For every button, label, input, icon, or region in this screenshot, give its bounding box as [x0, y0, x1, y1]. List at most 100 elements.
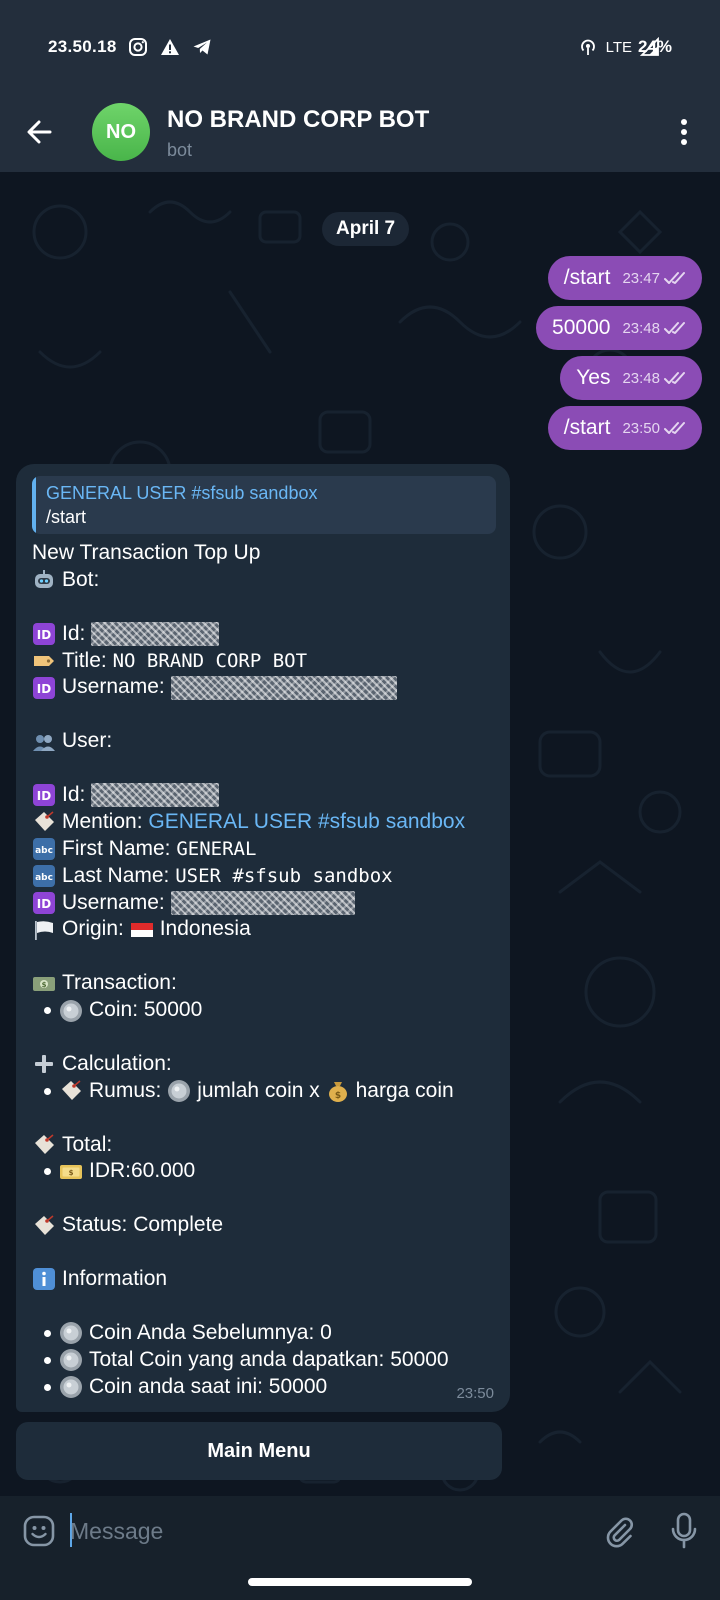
- rumus-part1: jumlah coin x: [197, 1078, 320, 1102]
- microphone-icon[interactable]: [668, 1512, 700, 1550]
- first-name-value: GENERAL: [176, 837, 257, 860]
- outgoing-message[interactable]: 50000 23:48: [536, 306, 702, 350]
- bot-section-line: Bot:: [32, 567, 496, 594]
- rumus-label: Rumus:: [89, 1078, 162, 1102]
- instagram-icon: [129, 38, 147, 56]
- outgoing-message[interactable]: Yes 23:48: [560, 356, 702, 400]
- status-bar: 23.50.18 LTE 24%: [0, 0, 720, 92]
- attach-icon[interactable]: [602, 1514, 636, 1548]
- message-input[interactable]: [70, 1510, 570, 1552]
- users-icon: [33, 734, 55, 751]
- total-label: Total:: [62, 1132, 113, 1156]
- rumus-line: Rumus: jumlah coin x $ harga coin: [32, 1078, 496, 1105]
- abc-icon: abc: [33, 865, 55, 888]
- main-menu-button[interactable]: Main Menu: [16, 1422, 502, 1480]
- svg-text:$: $: [42, 981, 47, 989]
- reply-quote[interactable]: GENERAL USER #sfsub sandbox /start: [32, 476, 496, 534]
- coin-icon: [60, 999, 82, 1022]
- user-section-label: User:: [62, 729, 113, 753]
- information-item: Coin anda saat ini: 50000: [32, 1374, 496, 1401]
- hotspot-icon: [580, 39, 595, 55]
- user-section-line: User:: [32, 728, 496, 755]
- message-text: /start: [563, 266, 611, 289]
- first-name-line: abc First Name: GENERAL: [32, 836, 496, 863]
- home-gesture-bar[interactable]: [248, 1578, 472, 1586]
- calculation-label: Calculation:: [62, 1051, 172, 1075]
- incoming-message[interactable]: GENERAL USER #sfsub sandbox /start New T…: [16, 464, 510, 1412]
- transaction-label: Transaction:: [62, 971, 177, 995]
- network-type: LTE: [605, 38, 632, 56]
- redacted-bot-username: [170, 675, 397, 700]
- svg-text:abc: abc: [35, 873, 53, 883]
- status-time: 23.50.18: [48, 37, 117, 56]
- information-label: Information: [62, 1267, 168, 1291]
- white-flag-icon: [35, 920, 53, 940]
- message-time: 23:47: [622, 269, 660, 287]
- robot-icon: [35, 570, 53, 589]
- origin-value: Indonesia: [159, 917, 251, 941]
- redacted-user-id: [91, 783, 220, 808]
- mention-label: Mention:: [62, 809, 143, 833]
- bullet: [44, 1087, 51, 1095]
- coin-icon: [60, 1376, 82, 1399]
- bullet: [44, 1356, 51, 1364]
- information-item-text: Coin Anda Sebelumnya: 0: [89, 1320, 332, 1344]
- bot-id-label: Id:: [62, 621, 86, 645]
- date-divider: April 7: [322, 212, 410, 246]
- bot-id-line: ID Id:: [32, 621, 496, 648]
- plus-icon: [35, 1055, 53, 1074]
- bot-title-label: Title:: [62, 648, 107, 672]
- last-name-label: Last Name:: [62, 863, 170, 887]
- bot-title-line: Title: NO BRAND CORP BOT: [32, 648, 496, 675]
- origin-line: Origin: Indonesia: [32, 916, 496, 943]
- back-arrow-icon[interactable]: [22, 114, 58, 150]
- message-text: /start: [563, 416, 611, 439]
- reply-text: /start: [46, 507, 87, 527]
- svg-text:ID: ID: [37, 682, 51, 696]
- chat-area[interactable]: April 7 /start 23:47 50000 23:48 Yes 23:…: [0, 172, 720, 1496]
- bot-title-value: NO BRAND CORP BOT: [112, 649, 308, 672]
- total-line: Total:: [32, 1132, 496, 1159]
- emoji-icon[interactable]: [22, 1514, 56, 1548]
- telegram-icon: [193, 39, 211, 55]
- id-icon: ID: [33, 623, 55, 646]
- abc-icon: abc: [33, 838, 55, 861]
- user-id-label: Id:: [62, 783, 86, 807]
- svg-text:$: $: [69, 1169, 74, 1177]
- indonesia-flag-icon: [130, 922, 153, 937]
- user-mention-line: Mention: GENERAL USER #sfsub sandbox: [32, 809, 496, 836]
- bullet: [44, 1168, 51, 1176]
- avatar[interactable]: NO: [92, 103, 150, 161]
- more-vert-icon[interactable]: [668, 114, 700, 150]
- message-text: Yes: [576, 366, 611, 389]
- message-time: 23:50: [456, 1385, 494, 1402]
- svg-text:ID: ID: [37, 628, 51, 642]
- info-icon: [33, 1268, 55, 1291]
- system-navigation: [0, 1568, 720, 1600]
- status-notification-icons: [128, 37, 212, 57]
- transaction-coin-line: Coin: 50000: [32, 997, 496, 1024]
- svg-text:ID: ID: [37, 789, 51, 803]
- outgoing-message[interactable]: /start 23:47: [547, 256, 702, 300]
- last-name-line: abc Last Name: USER #sfsub sandbox: [32, 863, 496, 890]
- total-value: IDR:60.000: [89, 1159, 196, 1183]
- message-time: 23:50: [622, 419, 660, 437]
- bookmark-tag-icon: [62, 1080, 81, 1101]
- outgoing-message[interactable]: /start 23:50: [547, 406, 702, 450]
- message-composer: [0, 1496, 720, 1568]
- user-username-label: Username:: [62, 890, 165, 914]
- mention-link[interactable]: GENERAL USER #sfsub sandbox: [148, 809, 465, 836]
- first-name-label: First Name:: [62, 836, 171, 860]
- bookmark-tag-icon: [35, 1215, 54, 1235]
- message-heading: New Transaction Top Up: [32, 540, 496, 567]
- information-item: Total Coin yang anda dapatkan: 50000: [32, 1347, 496, 1374]
- double-check-icon: [664, 322, 685, 334]
- money-bag-icon: $: [328, 1082, 347, 1103]
- svg-text:$: $: [334, 1091, 340, 1101]
- chat-title[interactable]: NO BRAND CORP BOT: [167, 106, 429, 134]
- message-text: 50000: [552, 316, 611, 339]
- banknote-icon: $: [60, 1164, 82, 1179]
- bot-section-label: Bot:: [62, 567, 100, 591]
- coin-amount: Coin: 50000: [89, 998, 203, 1022]
- origin-label: Origin:: [62, 917, 124, 941]
